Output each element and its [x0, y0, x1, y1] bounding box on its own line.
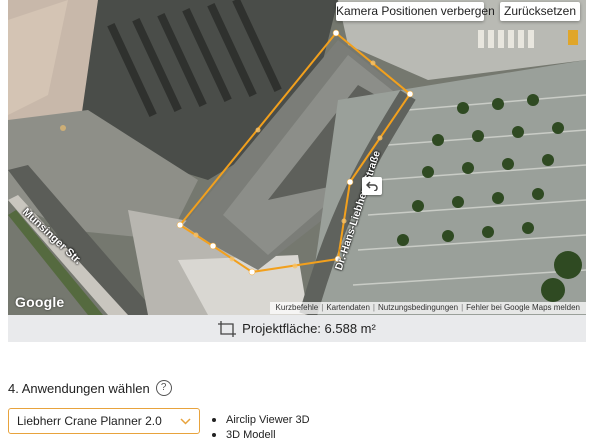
- google-logo: Google: [15, 294, 65, 310]
- section-title-text: 4. Anwendungen wählen: [8, 380, 150, 396]
- project-area-label: Projektfläche: 6.588 m²: [242, 321, 376, 336]
- reset-button[interactable]: Zurücksetzen: [500, 2, 580, 21]
- area-icon: [218, 320, 237, 337]
- map-attribution: Kurzbefehle | Kartendaten | Nutzungsbedi…: [269, 302, 586, 314]
- attrib-map-data[interactable]: Kartendaten: [323, 302, 373, 314]
- map-view[interactable]: Munsinger Str. Dr.-Hans-Liebherr-Straße …: [8, 0, 586, 315]
- application-list: Airclip Viewer 3D 3D Modell: [212, 412, 310, 442]
- aerial-imagery: [8, 0, 586, 315]
- application-select-value: Liebherr Crane Planner 2.0: [17, 414, 162, 428]
- project-area-bar: Projektfläche: 6.588 m²: [8, 315, 586, 342]
- attrib-report-error[interactable]: Fehler bei Google Maps melden: [463, 302, 583, 314]
- chevron-down-icon: [180, 417, 191, 425]
- application-select[interactable]: Liebherr Crane Planner 2.0: [8, 408, 200, 434]
- application-item-airclip: Airclip Viewer 3D: [226, 413, 310, 426]
- attrib-shortcuts[interactable]: Kurzbefehle: [273, 302, 322, 314]
- undo-button[interactable]: [362, 177, 382, 195]
- attrib-terms[interactable]: Nutzungsbedingungen: [375, 302, 461, 314]
- hide-camera-positions-button[interactable]: Kamera Positionen verbergen: [336, 2, 495, 21]
- application-item-3d-model: 3D Modell: [226, 428, 276, 441]
- section-title-applications: 4. Anwendungen wählen ?: [8, 380, 172, 396]
- list-item: 3D Modell: [212, 427, 310, 442]
- list-item: Airclip Viewer 3D: [212, 412, 310, 427]
- help-icon[interactable]: ?: [155, 380, 172, 396]
- undo-icon: [366, 181, 378, 191]
